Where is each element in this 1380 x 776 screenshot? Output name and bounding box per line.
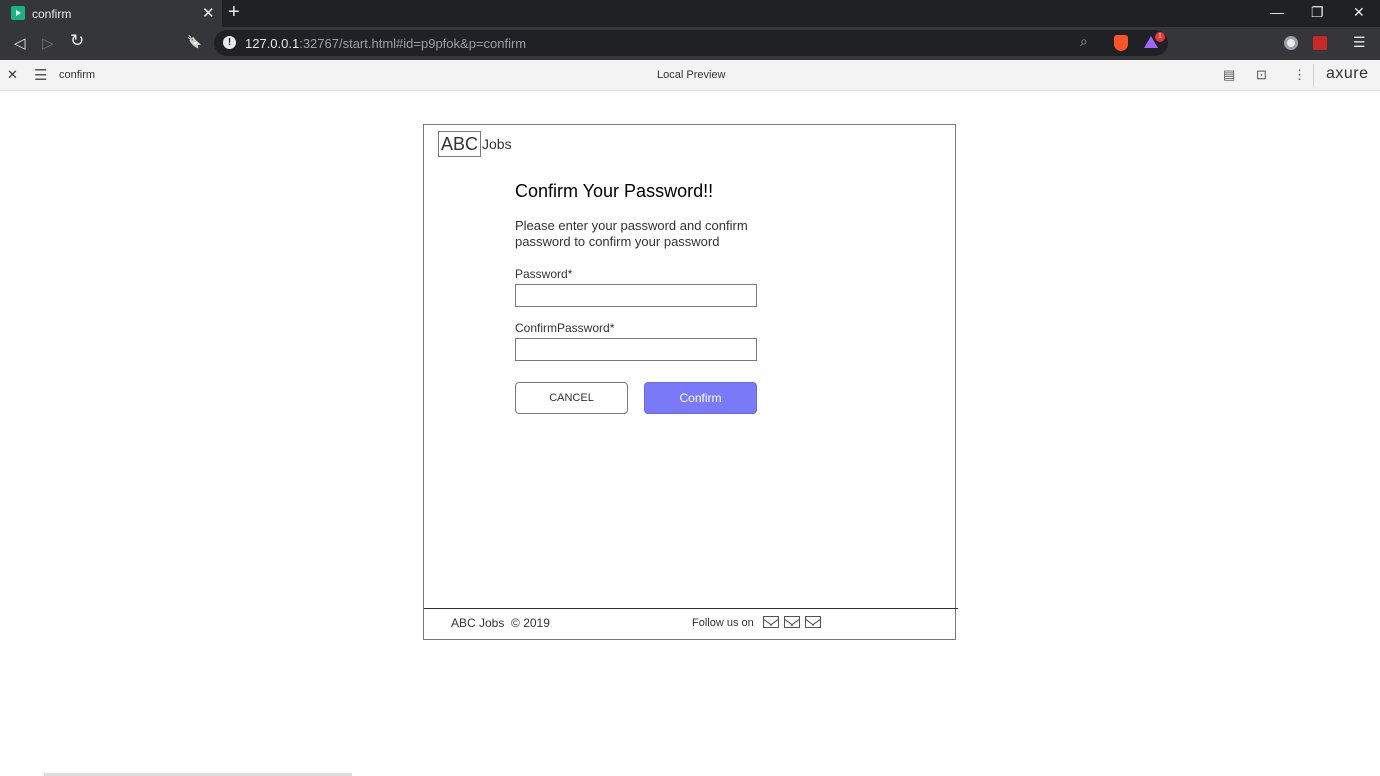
current-page-name: confirm <box>59 69 96 81</box>
address-path: :32767/start.html#id=p9pfok&p=confirm <box>299 36 527 51</box>
confirm-password-field[interactable] <box>515 338 757 361</box>
pages-menu-icon[interactable]: ☰ <box>34 66 47 84</box>
minimize-icon[interactable]: — <box>1270 4 1284 20</box>
social-mail-icon[interactable] <box>805 616 821 628</box>
restore-icon[interactable]: ❐ <box>1311 4 1324 21</box>
footer-divider <box>424 608 958 609</box>
window-close-icon[interactable]: ✕ <box>1353 4 1365 21</box>
confirm-button[interactable]: Confirm <box>644 382 757 414</box>
back-icon[interactable]: ◁ <box>14 34 26 52</box>
password-field[interactable] <box>515 284 757 307</box>
social-mail-icon[interactable] <box>784 616 800 628</box>
forward-icon[interactable]: ▷ <box>42 34 54 52</box>
browser-toolbar: ◁ ▷ ↻ 🔖 ! 127.0.0.1:32767/start.html#id=… <box>0 27 1380 60</box>
extension-red-icon[interactable] <box>1313 36 1327 50</box>
toolbar-divider <box>1313 64 1314 86</box>
brave-shields-icon[interactable] <box>1114 35 1128 51</box>
reload-icon[interactable]: ↻ <box>70 31 84 51</box>
page-description: Please enter your password and confirm p… <box>515 218 748 249</box>
page-frame: ABC Jobs Confirm Your Password!! Please … <box>423 124 958 640</box>
rewards-badge: 1 <box>1155 32 1165 42</box>
axure-toolbar: ✕ ☰ confirm Local Preview ▤ ⊡ ⋮ axure <box>0 60 1380 91</box>
page-title: Confirm Your Password!! <box>515 181 714 201</box>
social-mail-icon[interactable] <box>763 616 779 628</box>
footer-copyright: ABC Jobs © 2019 <box>451 616 550 630</box>
extension-record-icon[interactable] <box>1284 36 1298 50</box>
address-url[interactable]: 127.0.0.1:32767/start.html#id=p9pfok&p=c… <box>245 36 526 51</box>
site-info-icon[interactable]: ! <box>223 36 236 49</box>
zoom-icon[interactable]: ⌕ <box>1080 33 1088 50</box>
logo-jobs: Jobs <box>482 136 512 152</box>
browser-tab-strip: confirm ✕ + — ❐ ✕ <box>0 0 1380 27</box>
address-bar[interactable]: ! 127.0.0.1:32767/start.html#id=p9pfok&p… <box>214 30 1168 56</box>
new-tab-button[interactable]: + <box>228 1 240 24</box>
browser-tab[interactable]: confirm ✕ <box>0 0 222 27</box>
bookmark-icon[interactable]: 🔖 <box>187 35 202 49</box>
axure-favicon-icon <box>11 6 25 20</box>
notes-icon[interactable]: ▤ <box>1223 67 1235 83</box>
confirm-password-label: ConfirmPassword* <box>515 321 615 335</box>
footer-follow-label: Follow us on <box>692 617 754 629</box>
more-options-icon[interactable]: ⋮ <box>1293 67 1306 83</box>
tab-close-icon[interactable]: ✕ <box>202 4 215 22</box>
logo-abc: ABC <box>438 131 481 157</box>
password-label: Password* <box>515 267 573 281</box>
close-sidebar-icon[interactable]: ✕ <box>7 67 18 83</box>
browser-menu-icon[interactable]: ☰ <box>1353 34 1366 51</box>
preview-label: Local Preview <box>657 69 726 81</box>
axure-logo: axure <box>1326 65 1369 82</box>
inspect-icon[interactable]: ⊡ <box>1256 67 1267 83</box>
cancel-button[interactable]: CANCEL <box>515 382 628 414</box>
tab-title: confirm <box>32 7 72 21</box>
address-host: 127.0.0.1 <box>245 36 300 51</box>
